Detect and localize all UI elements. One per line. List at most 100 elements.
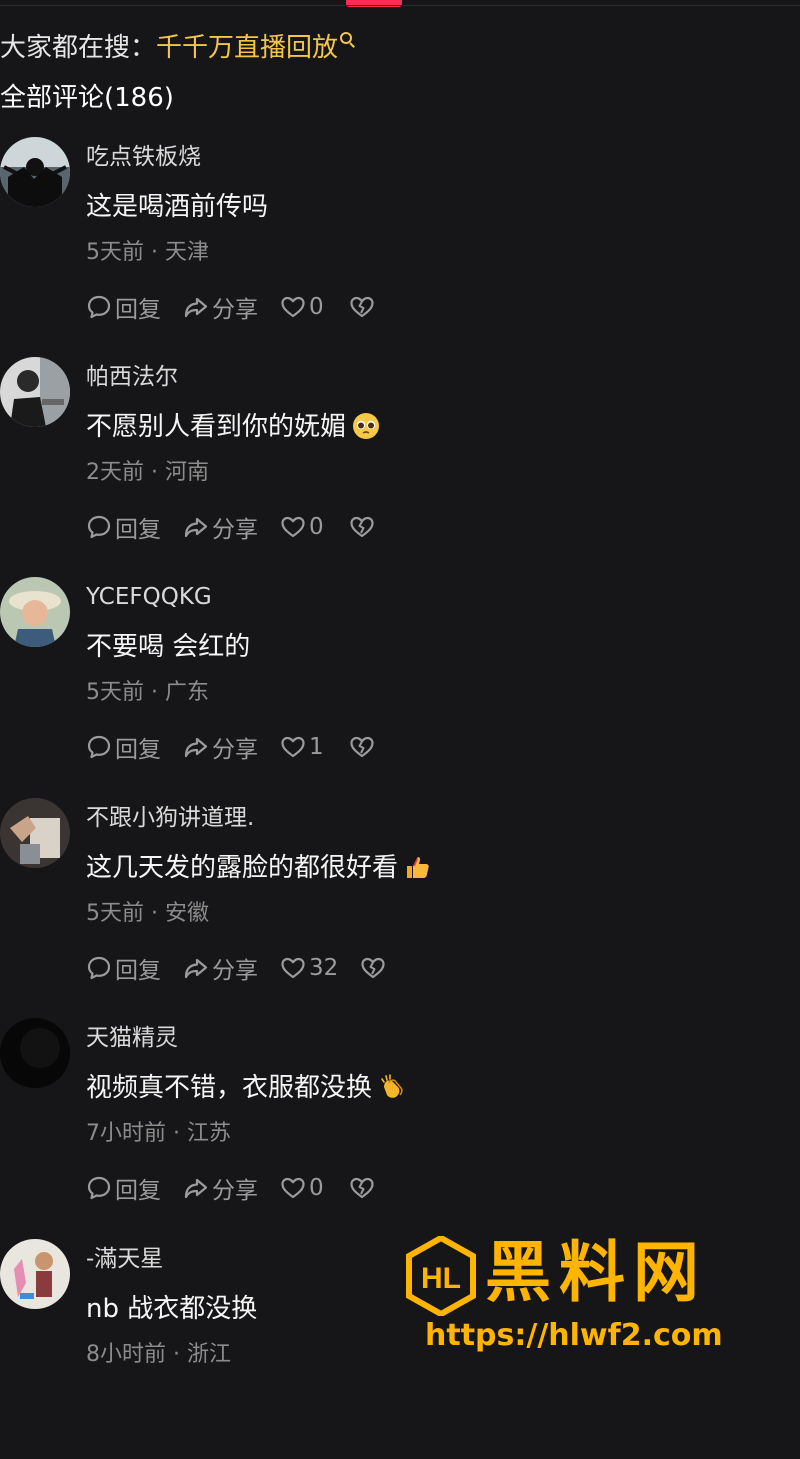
comment-username[interactable]: 帕西法尔 bbox=[86, 361, 178, 393]
comment-bubble-icon bbox=[87, 1176, 111, 1200]
comment-meta: 7小时前 · 江苏 bbox=[86, 1119, 231, 1149]
comment-actions: 回复 分享 32 bbox=[86, 952, 411, 984]
reply-label: 回复 bbox=[115, 1178, 161, 1204]
comment-actions: 回复 分享 0 bbox=[86, 1172, 400, 1204]
meta-separator: · bbox=[144, 460, 165, 485]
comment-text-content: 这是喝酒前传吗 bbox=[86, 192, 269, 222]
broken-heart-icon bbox=[350, 516, 374, 538]
avatar[interactable] bbox=[0, 577, 70, 647]
comment-meta: 8小时前 · 浙江 bbox=[86, 1340, 231, 1370]
clapping-hands-emoji bbox=[378, 1073, 406, 1101]
watermark: HL 黑料网 https://hlwf2.com bbox=[405, 1234, 770, 1376]
comment-text: 不愿别人看到你的妩媚 bbox=[86, 409, 380, 445]
dislike-button[interactable] bbox=[349, 1175, 378, 1201]
comment-username[interactable]: 不跟小狗讲道理. bbox=[86, 802, 254, 834]
comment-item: 不跟小狗讲道理. 这几天发的露脸的都很好看 5天前 · 安徽 回复 分享 32 bbox=[0, 798, 800, 1018]
heart-icon bbox=[281, 296, 305, 318]
avatar[interactable] bbox=[0, 798, 70, 868]
comment-item: 吃点铁板烧 这是喝酒前传吗 5天前 · 天津 回复 分享 0 bbox=[0, 137, 800, 357]
share-label: 分享 bbox=[212, 958, 258, 984]
search-suggestion-keyword[interactable]: 千千万直播回放 bbox=[156, 33, 338, 63]
meta-separator: · bbox=[144, 240, 165, 265]
comment-count-title: 全部评论(186) bbox=[0, 83, 174, 113]
like-button[interactable]: 0 bbox=[280, 514, 327, 540]
avatar[interactable] bbox=[0, 1018, 70, 1088]
share-button[interactable]: 分享 bbox=[183, 951, 258, 985]
like-count: 0 bbox=[309, 514, 324, 540]
share-button[interactable]: 分享 bbox=[183, 290, 258, 324]
hl-logo-icon: HL bbox=[406, 1236, 476, 1316]
share-label: 分享 bbox=[212, 737, 258, 763]
comment-username[interactable]: YCEFQQKG bbox=[86, 581, 212, 613]
comment-meta: 2天前 · 河南 bbox=[86, 458, 209, 488]
heart-icon bbox=[281, 736, 305, 758]
comment-bubble-icon bbox=[87, 956, 111, 980]
dislike-button[interactable] bbox=[349, 294, 378, 320]
watermark-url: https://hlwf2.com bbox=[425, 1318, 723, 1353]
search-suggestion[interactable]: 大家都在搜：千千万直播回放 bbox=[0, 30, 356, 66]
reply-button[interactable]: 回复 bbox=[86, 951, 161, 985]
broken-heart-icon bbox=[350, 296, 374, 318]
share-label: 分享 bbox=[212, 1178, 258, 1204]
dislike-button[interactable] bbox=[360, 955, 389, 981]
reply-button[interactable]: 回复 bbox=[86, 510, 161, 544]
like-count: 32 bbox=[309, 955, 339, 981]
reply-button[interactable]: 回复 bbox=[86, 1171, 161, 1205]
avatar[interactable] bbox=[0, 1239, 70, 1309]
broken-heart-icon bbox=[350, 736, 374, 758]
like-count: 0 bbox=[309, 294, 324, 320]
meta-separator: · bbox=[144, 680, 165, 705]
comment-location: 安徽 bbox=[164, 901, 209, 926]
share-button[interactable]: 分享 bbox=[183, 510, 258, 544]
reply-label: 回复 bbox=[115, 297, 161, 323]
dislike-button[interactable] bbox=[349, 514, 378, 540]
avatar[interactable] bbox=[0, 357, 70, 427]
comment-item: 天猫精灵 视频真不错，衣服都没换 7小时前 · 江苏 回复 分享 0 bbox=[0, 1018, 800, 1238]
reply-label: 回复 bbox=[115, 958, 161, 984]
like-button[interactable]: 32 bbox=[280, 955, 338, 981]
heart-icon bbox=[281, 516, 305, 538]
like-button[interactable]: 0 bbox=[280, 294, 327, 320]
comment-location: 河南 bbox=[164, 460, 209, 485]
comment-location: 浙江 bbox=[186, 1342, 231, 1367]
thumbs-up-emoji bbox=[404, 853, 432, 881]
comment-text-content: nb 战衣都没换 bbox=[86, 1294, 258, 1324]
reply-button[interactable]: 回复 bbox=[86, 730, 161, 764]
share-arrow-icon bbox=[184, 737, 208, 758]
comment-bubble-icon bbox=[87, 735, 111, 759]
like-button[interactable]: 1 bbox=[280, 734, 327, 760]
like-count: 0 bbox=[309, 1175, 324, 1201]
share-button[interactable]: 分享 bbox=[183, 1171, 258, 1205]
comment-item: 帕西法尔 不愿别人看到你的妩媚 2天前 · 河南 回复 分享 0 bbox=[0, 357, 800, 577]
dislike-button[interactable] bbox=[349, 734, 378, 760]
heart-icon bbox=[281, 1177, 305, 1199]
comment-time: 2天前 bbox=[86, 460, 144, 485]
meta-separator: · bbox=[166, 1342, 187, 1367]
share-arrow-icon bbox=[184, 517, 208, 538]
comment-username[interactable]: 天猫精灵 bbox=[86, 1022, 178, 1054]
pleading-face-emoji bbox=[352, 412, 380, 440]
search-icon[interactable] bbox=[340, 32, 356, 48]
comment-time: 7小时前 bbox=[86, 1121, 166, 1146]
comment-text-content: 视频真不错，衣服都没换 bbox=[86, 1073, 373, 1103]
meta-separator: · bbox=[144, 901, 165, 926]
comment-text: nb 战衣都没换 bbox=[86, 1291, 257, 1327]
comment-location: 广东 bbox=[164, 680, 209, 705]
comment-username[interactable]: 吃点铁板烧 bbox=[86, 141, 201, 173]
comment-time: 5天前 bbox=[86, 240, 144, 265]
comment-time: 5天前 bbox=[86, 901, 144, 926]
broken-heart-icon bbox=[361, 957, 385, 979]
like-button[interactable]: 0 bbox=[280, 1175, 327, 1201]
comment-actions: 回复 分享 0 bbox=[86, 291, 400, 323]
comment-actions: 回复 分享 1 bbox=[86, 731, 400, 763]
share-button[interactable]: 分享 bbox=[183, 730, 258, 764]
reply-label: 回复 bbox=[115, 517, 161, 543]
share-arrow-icon bbox=[184, 297, 208, 318]
heart-icon bbox=[281, 957, 305, 979]
comment-username[interactable]: -滿天星 bbox=[86, 1243, 163, 1275]
reply-button[interactable]: 回复 bbox=[86, 290, 161, 324]
avatar[interactable] bbox=[0, 137, 70, 207]
share-arrow-icon bbox=[184, 958, 208, 979]
comment-item: YCEFQQKG 不要喝 会红的 5天前 · 广东 回复 分享 1 bbox=[0, 577, 800, 797]
comment-time: 5天前 bbox=[86, 680, 144, 705]
